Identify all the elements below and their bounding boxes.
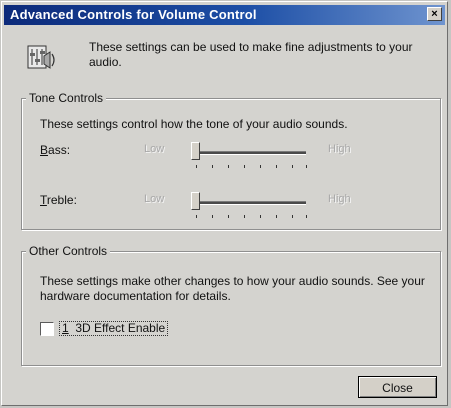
close-icon[interactable]: ×: [427, 7, 442, 21]
intro-text: These settings can be used to make fine …: [89, 40, 413, 69]
bass-label: Bass:: [40, 143, 71, 157]
other-controls-title: Other Controls: [26, 244, 111, 258]
3d-effect-checkbox[interactable]: [40, 322, 54, 336]
treble-low-label: Low: [144, 193, 165, 205]
treble-high-label: High: [328, 193, 351, 205]
tone-controls-description: These settings control how the tone of y…: [40, 117, 348, 131]
3d-effect-label[interactable]: 1 3D Effect Enable: [59, 321, 169, 336]
tone-controls-title: Tone Controls: [26, 91, 107, 105]
window-title: Advanced Controls for Volume Control: [10, 7, 257, 22]
title-bar[interactable]: Advanced Controls for Volume Control ×: [4, 5, 445, 25]
bass-slider-thumb[interactable]: [191, 142, 200, 160]
other-controls-group: Other Controls These settings make other…: [21, 244, 441, 366]
bass-low-label: Low: [144, 143, 165, 155]
audio-settings-icon: [27, 45, 55, 69]
treble-label: Treble:: [40, 193, 77, 207]
bass-high-label: High: [328, 143, 351, 155]
treble-slider-thumb[interactable]: [191, 192, 200, 210]
tone-controls-group: Tone Controls These settings control how…: [21, 91, 441, 230]
other-controls-description: These settings make other changes to how…: [40, 274, 425, 303]
close-button[interactable]: Close: [358, 376, 437, 398]
